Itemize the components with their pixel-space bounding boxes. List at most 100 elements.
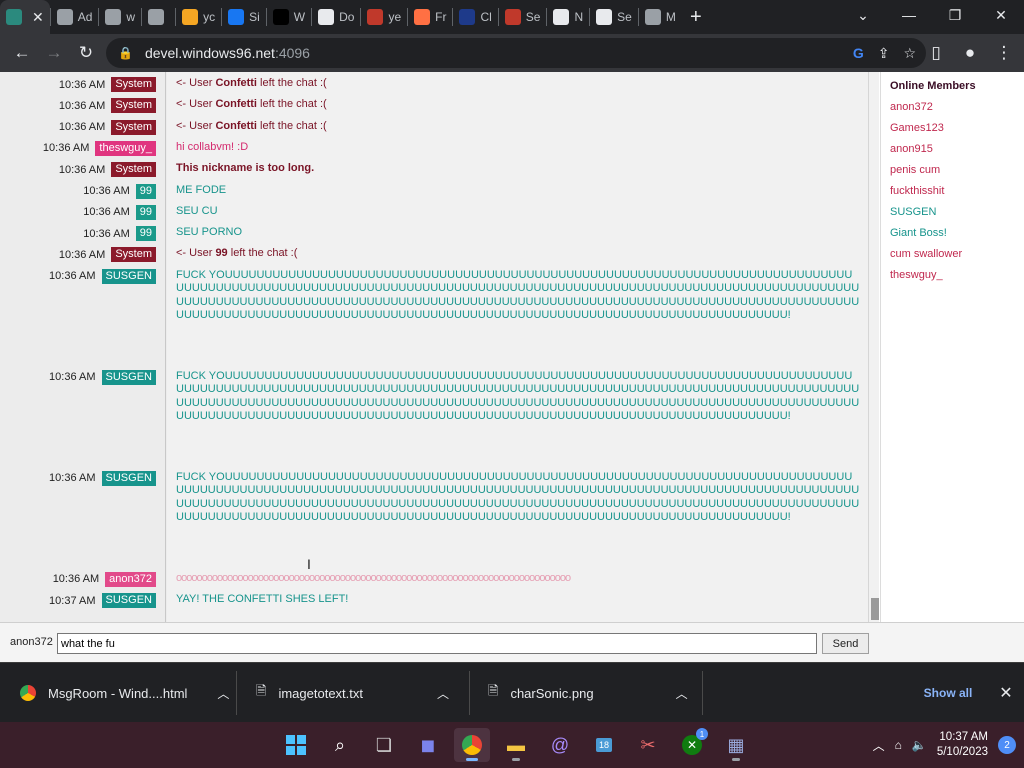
- address-bar[interactable]: 🔒 devel.windows96.net :4096 G ⇪ ☆: [106, 38, 926, 68]
- message-username-badge[interactable]: theswguy_: [95, 140, 156, 156]
- online-member[interactable]: cum swallower: [890, 244, 1024, 265]
- browser-tab[interactable]: N: [547, 0, 589, 34]
- send-button[interactable]: Send: [822, 633, 869, 654]
- volume-icon[interactable]: 🔈: [912, 738, 927, 752]
- chat-input[interactable]: [57, 633, 817, 654]
- reload-button[interactable]: ↻: [70, 37, 102, 69]
- scrollbar-thumb[interactable]: [871, 598, 879, 620]
- message-time: 10:36 AM: [58, 248, 106, 261]
- message-username-badge[interactable]: 99: [135, 204, 156, 220]
- tab-title: N: [574, 10, 584, 24]
- browser-tab[interactable]: Cl: [453, 0, 497, 34]
- download-filename: MsgRoom - Wind....html: [48, 685, 188, 701]
- browser-tab[interactable]: Do: [312, 0, 360, 34]
- back-button[interactable]: ←: [6, 37, 38, 69]
- browser-tab[interactable]: Se: [590, 0, 638, 34]
- message-time: 10:36 AM: [42, 142, 90, 155]
- chevron-up-icon[interactable]: ︿: [437, 685, 449, 702]
- online-member[interactable]: theswguy_: [890, 265, 1024, 286]
- chevron-up-icon[interactable]: ︿: [217, 685, 229, 702]
- message-username-badge[interactable]: 99: [135, 226, 156, 242]
- google-lens-icon[interactable]: G: [853, 45, 864, 61]
- online-member[interactable]: Giant Boss!: [890, 223, 1024, 244]
- download-item-1[interactable]: MsgRoom - Wind....html ︿: [20, 663, 229, 723]
- message-time: 10:36 AM: [49, 371, 96, 384]
- browser-tab[interactable]: w: [99, 0, 141, 34]
- chrome-taskbar-icon[interactable]: [454, 728, 490, 762]
- restore-button[interactable]: ❐: [932, 0, 978, 30]
- message-time: 10:36 AM: [58, 163, 106, 176]
- message-text: <- User 99 left the chat :(: [176, 247, 298, 260]
- online-member[interactable]: penis cum: [890, 160, 1024, 181]
- chat-scrollbar[interactable]: [868, 72, 879, 622]
- network-icon[interactable]: ⌂: [895, 738, 902, 752]
- browser-tab[interactable]: W: [267, 0, 311, 34]
- message-username-badge[interactable]: SUSGEN: [101, 268, 156, 284]
- message-username-badge[interactable]: SUSGEN: [101, 369, 156, 385]
- tab-title: w: [126, 10, 136, 24]
- tab-title: ye: [388, 10, 402, 24]
- forward-button[interactable]: →: [38, 37, 70, 69]
- chevron-up-tray-icon[interactable]: ︿: [873, 737, 885, 754]
- teams-chat-icon[interactable]: ◼: [410, 728, 446, 762]
- browser-tab[interactable]: Se: [499, 0, 547, 34]
- file-explorer-icon[interactable]: ▬: [498, 728, 534, 762]
- message-username-badge[interactable]: System: [111, 98, 156, 114]
- message-time: 10:36 AM: [49, 472, 96, 485]
- email-at-icon[interactable]: @: [542, 728, 578, 762]
- search-icon[interactable]: ⌕: [322, 728, 358, 762]
- browser-tab[interactable]: M: [639, 0, 682, 34]
- chevron-up-icon[interactable]: ︿: [676, 685, 688, 702]
- online-member[interactable]: SUSGEN: [890, 202, 1024, 223]
- snipping-tool-icon[interactable]: ✂: [630, 728, 666, 762]
- start-windows-icon[interactable]: [278, 728, 314, 762]
- calendar-app-icon[interactable]: 18: [586, 728, 622, 762]
- share-icon[interactable]: ⇪: [878, 45, 890, 62]
- tab-search-icon[interactable]: ⌄: [840, 0, 886, 30]
- browser-tab[interactable]: Fr: [408, 0, 452, 34]
- browser-tab[interactable]: Si: [222, 0, 266, 34]
- new-tab-button[interactable]: +: [682, 3, 710, 31]
- tab-favicon-icon: [148, 9, 165, 25]
- minimize-button[interactable]: —: [886, 0, 932, 30]
- online-member[interactable]: anon372: [890, 97, 1024, 118]
- chat-log: 10:36 AM System <- User Confetti left the …: [0, 72, 868, 622]
- tab-favicon-icon: [367, 9, 384, 25]
- message-username-badge[interactable]: SUSGEN: [101, 593, 156, 608]
- browser-tab[interactable]: ye: [361, 0, 407, 34]
- close-shelf-icon[interactable]: ✕: [995, 680, 1017, 706]
- bookmark-star-icon[interactable]: ☆: [903, 45, 916, 62]
- message-username-badge[interactable]: System: [111, 162, 156, 178]
- message-username-badge[interactable]: 99: [135, 183, 156, 199]
- message-username-badge[interactable]: anon372: [105, 571, 156, 587]
- side-panel-icon[interactable]: ▯: [922, 37, 950, 69]
- browser-tab[interactable]: Ad: [51, 0, 99, 34]
- clock[interactable]: 10:37 AM 5/10/2023: [937, 730, 988, 760]
- online-member[interactable]: fuckthisshit: [890, 181, 1024, 202]
- profile-avatar[interactable]: ●: [956, 37, 984, 69]
- close-window-button[interactable]: ✕: [978, 0, 1024, 30]
- online-member[interactable]: Games123: [890, 118, 1024, 139]
- tab-favicon-icon: [56, 9, 73, 25]
- message-time: 10:36 AM: [83, 185, 130, 197]
- page-content: 10:36 AM System <- User Confetti left the …: [0, 72, 1024, 662]
- download-item-3[interactable]: 🗎 charSonic.png ︿: [488, 663, 688, 723]
- show-all-downloads-button[interactable]: Show all: [913, 680, 983, 706]
- monitor-app-icon[interactable]: ▦: [718, 728, 754, 762]
- message-username-badge[interactable]: System: [111, 77, 156, 92]
- xbox-icon[interactable]: ✕ 1: [674, 728, 710, 762]
- download-item-2[interactable]: 🗎 imagetotext.txt ︿: [256, 663, 449, 723]
- browser-tab[interactable]: [142, 0, 175, 34]
- menu-kebab-icon[interactable]: ⋮: [990, 37, 1018, 69]
- download-filename: charSonic.png: [510, 685, 594, 701]
- browser-tab[interactable]: ✕: [0, 0, 50, 34]
- browser-tab[interactable]: yc: [176, 0, 221, 34]
- notification-badge[interactable]: 2: [998, 736, 1016, 754]
- task-view-icon[interactable]: ❏: [366, 728, 402, 762]
- tab-close-icon[interactable]: ✕: [32, 9, 44, 26]
- online-member[interactable]: anon915: [890, 139, 1024, 160]
- message-username-badge[interactable]: System: [111, 119, 156, 135]
- message-text: This nickname is too long.: [176, 162, 315, 175]
- message-username-badge[interactable]: System: [111, 247, 156, 263]
- message-username-badge[interactable]: SUSGEN: [101, 470, 156, 486]
